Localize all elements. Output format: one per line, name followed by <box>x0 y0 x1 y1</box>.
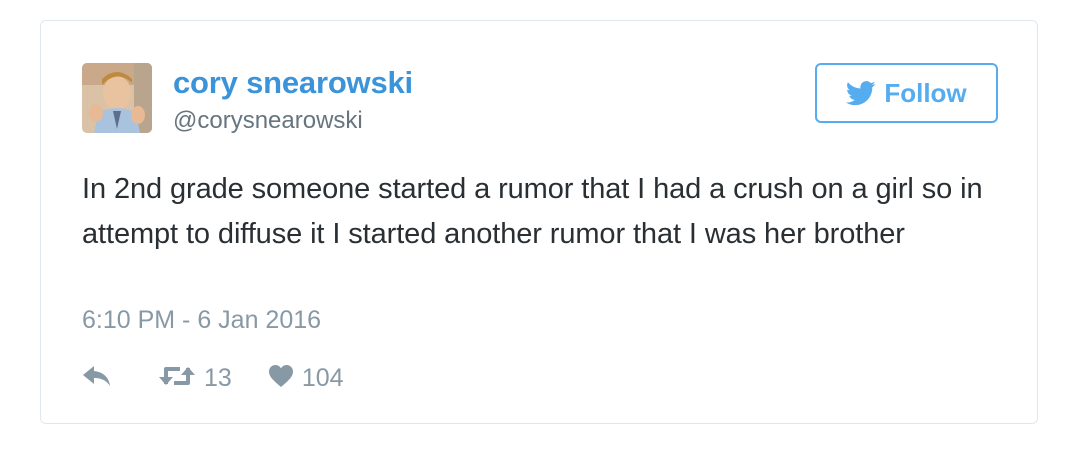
reply-button[interactable] <box>82 365 112 392</box>
retweet-button[interactable]: 13 <box>158 364 232 393</box>
like-count: 104 <box>301 363 344 392</box>
reply-icon <box>82 365 112 392</box>
retweet-icon <box>158 364 196 393</box>
twitter-bird-icon <box>846 80 876 106</box>
heart-icon <box>268 364 294 393</box>
follow-label: Follow <box>884 77 967 108</box>
tweet-text: In 2nd grade someone started a rumor tha… <box>82 173 983 250</box>
user-name[interactable]: cory snearowski <box>173 65 413 101</box>
tweet-card: cory snearowski @corysnearowski Follow I… <box>40 20 1038 424</box>
tweet-actions: 13 104 <box>82 361 344 395</box>
tweet-timestamp[interactable]: 6:10 PM - 6 Jan 2016 <box>82 306 321 335</box>
avatar-image <box>82 63 152 133</box>
follow-button[interactable]: Follow <box>815 63 998 123</box>
screen-name[interactable]: @corysnearowski <box>173 107 363 135</box>
retweet-count: 13 <box>204 363 232 392</box>
like-button[interactable]: 104 <box>268 364 344 393</box>
avatar[interactable] <box>82 63 152 133</box>
